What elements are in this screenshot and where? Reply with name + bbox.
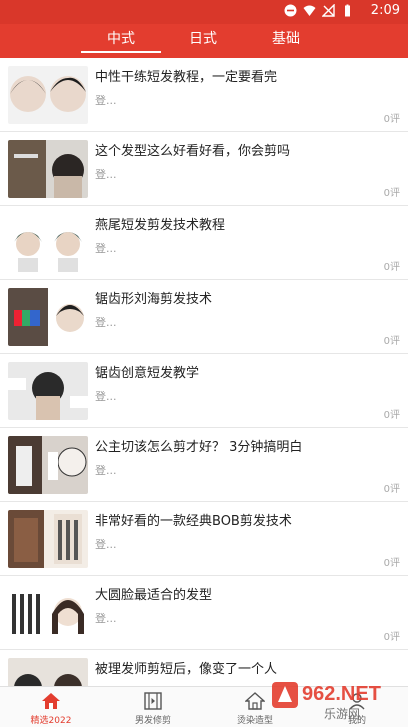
article-thumbnail bbox=[8, 214, 88, 272]
nav-item-mens-cut[interactable]: 男发修剪 bbox=[102, 687, 204, 728]
category-tabs: 中式 日式 基础 bbox=[0, 24, 408, 58]
svg-text:962.NET: 962.NET bbox=[302, 683, 381, 705]
comment-count: 0评 bbox=[383, 262, 400, 273]
clock: 2:09 bbox=[370, 3, 400, 18]
list-item[interactable]: 燕尾短发剪发技术教程 登... 0评 bbox=[0, 206, 408, 280]
do-not-disturb-icon bbox=[284, 4, 297, 17]
article-list: 中性干练短发教程，一定要看完 登... 0评 这个发型这么好看好看，你会剪吗 登… bbox=[0, 58, 408, 686]
list-item[interactable]: 锯齿形刘海剪发技术 登... 0评 bbox=[0, 280, 408, 354]
article-title: 燕尾短发剪发技术教程 bbox=[95, 218, 226, 233]
article-title: 锯齿形刘海剪发技术 bbox=[95, 292, 213, 307]
article-title: 被理发师剪短后，像变了一个人 bbox=[95, 662, 278, 677]
tab-basics[interactable]: 基础 bbox=[246, 29, 326, 53]
article-thumbnail bbox=[8, 362, 88, 420]
comment-count: 0评 bbox=[383, 336, 400, 347]
article-meta: 登... bbox=[95, 242, 117, 255]
comment-count: 0评 bbox=[383, 114, 400, 125]
comment-count: 0评 bbox=[383, 188, 400, 199]
house-icon bbox=[245, 692, 265, 710]
svg-text:乐游网: 乐游网 bbox=[324, 707, 360, 721]
wifi-icon bbox=[303, 5, 316, 16]
comment-count: 0评 bbox=[383, 410, 400, 421]
article-title: 锯齿创意短发教学 bbox=[95, 366, 200, 381]
article-title: 非常好看的一款经典BOB剪发技术 bbox=[95, 514, 292, 529]
battery-icon bbox=[345, 4, 350, 17]
article-meta: 登... bbox=[95, 168, 117, 181]
article-title: 大圆脸最适合的发型 bbox=[95, 588, 213, 603]
comment-count: 0评 bbox=[383, 484, 400, 495]
watermark-logo: 962.NET 乐游网 bbox=[272, 682, 381, 721]
list-item[interactable]: 非常好看的一款经典BOB剪发技术 登... 0评 bbox=[0, 502, 408, 576]
list-item[interactable]: 大圆脸最适合的发型 登... 0评 bbox=[0, 576, 408, 650]
article-meta: 登... bbox=[95, 612, 117, 625]
tab-japanese-style[interactable]: 日式 bbox=[163, 29, 243, 53]
list-item[interactable]: 锯齿创意短发教学 登... 0评 bbox=[0, 354, 408, 428]
article-thumbnail bbox=[8, 288, 88, 346]
nav-label: 男发修剪 bbox=[134, 716, 171, 726]
status-bar: 2:09 bbox=[0, 0, 408, 24]
article-thumbnail bbox=[8, 510, 88, 568]
comment-count: 0评 bbox=[383, 632, 400, 643]
article-meta: 登... bbox=[95, 316, 117, 329]
article-thumbnail bbox=[8, 584, 88, 642]
article-meta: 登... bbox=[95, 94, 117, 107]
list-item[interactable]: 中性干练短发教程，一定要看完 登... 0评 bbox=[0, 58, 408, 132]
article-title: 这个发型这么好看好看，你会剪吗 bbox=[95, 144, 291, 159]
tab-chinese-style[interactable]: 中式 bbox=[81, 29, 161, 53]
article-meta: 登... bbox=[95, 390, 117, 403]
article-meta: 登... bbox=[95, 464, 117, 477]
comment-count: 0评 bbox=[383, 558, 400, 569]
article-thumbnail bbox=[8, 140, 88, 198]
signal-off-icon bbox=[322, 4, 335, 17]
home-icon bbox=[42, 693, 60, 709]
article-thumbnail bbox=[8, 658, 88, 686]
article-thumbnail bbox=[8, 436, 88, 494]
list-item[interactable]: 公主切该怎么剪才好？ 3分钟搞明白 登... 0评 bbox=[0, 428, 408, 502]
nav-item-featured[interactable]: 精选2022 bbox=[0, 687, 102, 728]
status-icons bbox=[284, 4, 354, 17]
list-item[interactable]: 这个发型这么好看好看，你会剪吗 登... 0评 bbox=[0, 132, 408, 206]
video-icon bbox=[144, 692, 162, 710]
article-title: 公主切该怎么剪才好？ 3分钟搞明白 bbox=[95, 440, 303, 455]
article-meta: 登... bbox=[95, 538, 117, 551]
article-title: 中性干练短发教程，一定要看完 bbox=[95, 70, 278, 85]
article-thumbnail bbox=[8, 66, 88, 124]
nav-label: 精选2022 bbox=[30, 716, 72, 726]
